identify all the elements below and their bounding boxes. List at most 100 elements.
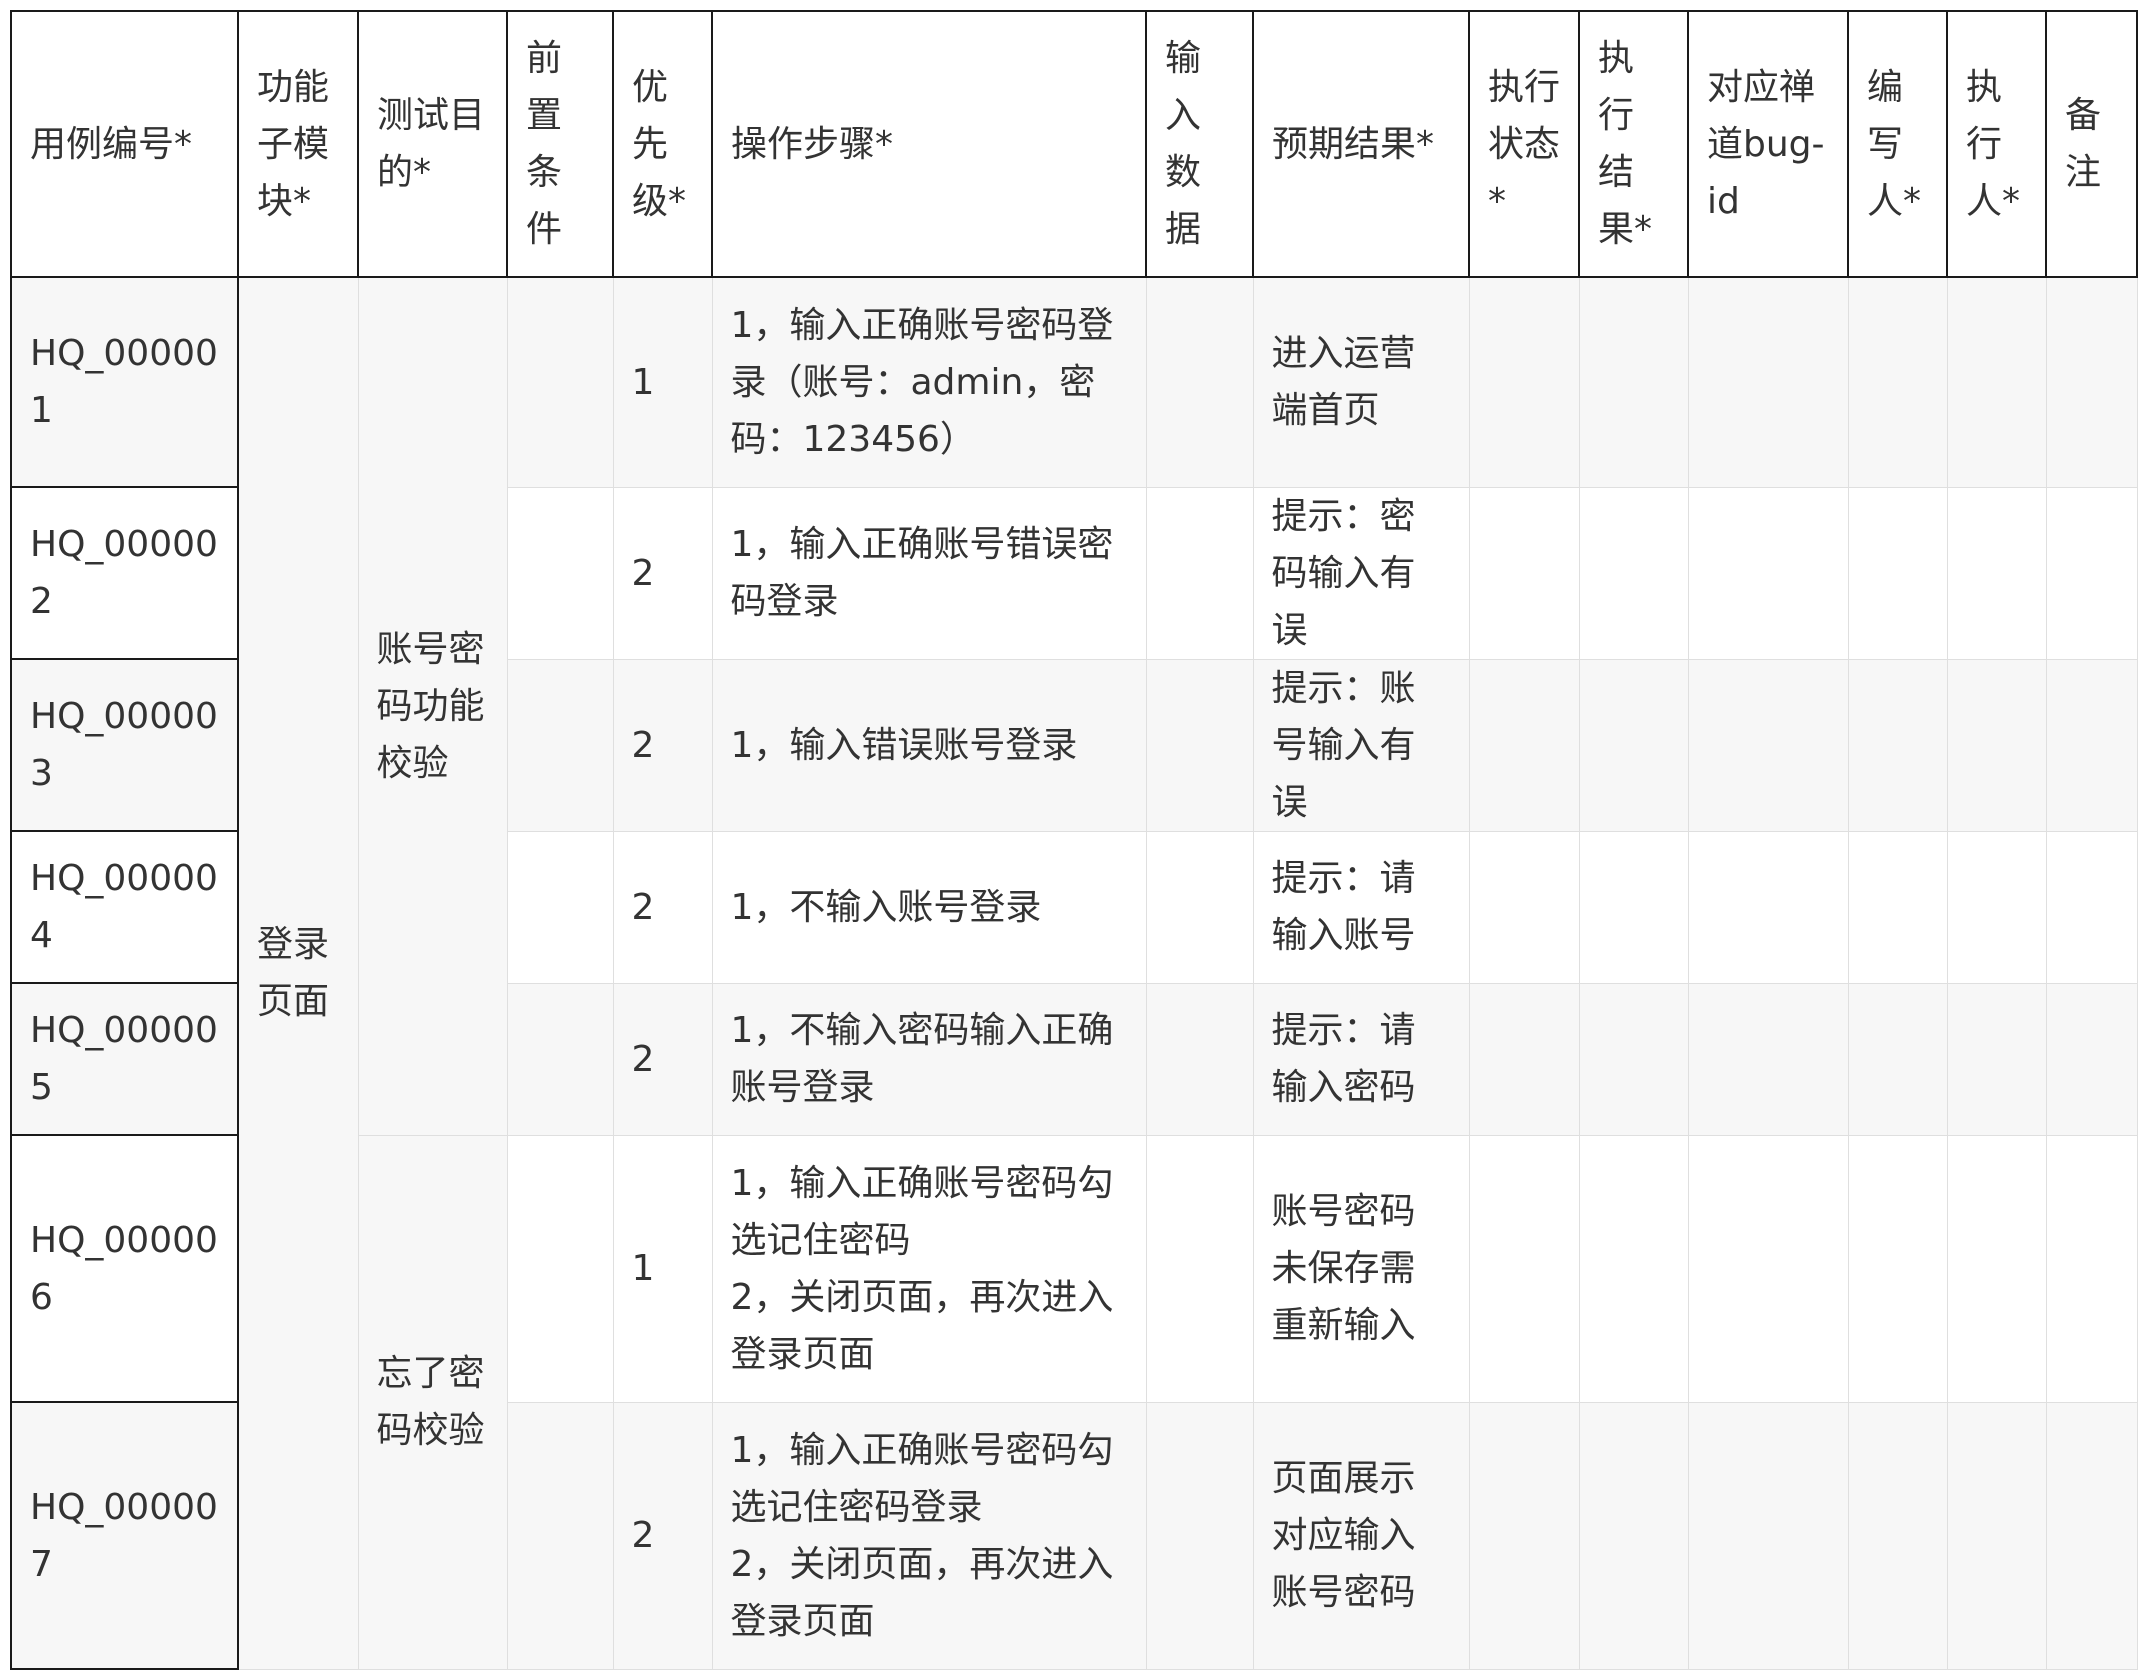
executor-cell <box>1946 982 2047 1136</box>
header-steps: 操作步骤* <box>711 10 1147 278</box>
expected-result-cell: 进入运营端首页 <box>1252 276 1470 488</box>
priority-cell: 2 <box>612 486 713 660</box>
expected-result-cell: 提示：账号输入有误 <box>1252 658 1470 832</box>
author-cell <box>1847 982 1948 1136</box>
author-cell <box>1847 276 1948 488</box>
steps-cell: 1，输入正确账号密码勾选记住密码登录 2，关闭页面，再次进入登录页面 <box>711 1401 1147 1670</box>
remarks-cell <box>2045 1401 2138 1670</box>
precondition-cell <box>506 830 614 984</box>
remarks-cell <box>2045 1134 2138 1403</box>
header-author: 编写人* <box>1847 10 1948 278</box>
input-data-cell <box>1145 658 1254 832</box>
table-row: HQ_000001 登录页面 账号密码功能校验 1 1，输入正确账号密码登录（账… <box>10 276 2138 1670</box>
executor-cell <box>1946 1134 2047 1403</box>
steps-cell: 1，输入错误账号登录 <box>711 658 1147 832</box>
header-priority: 优先级* <box>612 10 713 278</box>
exec-status-cell <box>1468 658 1580 832</box>
exec-status-cell <box>1468 830 1580 984</box>
bug-id-cell <box>1687 658 1849 832</box>
priority-cell: 2 <box>612 1401 713 1670</box>
exec-result-cell <box>1578 658 1689 832</box>
precondition-cell <box>506 1134 614 1403</box>
steps-cell: 1，输入正确账号密码登录（账号：admin，密码：123456） <box>711 276 1147 488</box>
remarks-cell <box>2045 982 2138 1136</box>
exec-result-cell <box>1578 486 1689 660</box>
executor-cell <box>1946 486 2047 660</box>
input-data-cell <box>1145 982 1254 1136</box>
input-data-cell <box>1145 830 1254 984</box>
header-sub-module: 功能子模块* <box>237 10 359 278</box>
test-purpose-cell: 账号密码功能校验 <box>357 276 508 1136</box>
steps-cell: 1，不输入账号登录 <box>711 830 1147 984</box>
case-id-cell: HQ_000003 <box>10 658 239 832</box>
precondition-cell <box>506 658 614 832</box>
bug-id-cell <box>1687 486 1849 660</box>
input-data-cell <box>1145 1134 1254 1403</box>
exec-status-cell <box>1468 276 1580 488</box>
case-id-cell: HQ_000002 <box>10 486 239 660</box>
input-data-cell <box>1145 1401 1254 1670</box>
test-purpose-cell: 忘了密码校验 <box>357 1134 508 1670</box>
executor-cell <box>1946 276 2047 488</box>
exec-status-cell <box>1468 1134 1580 1403</box>
priority-cell: 1 <box>612 276 713 488</box>
bug-id-cell <box>1687 982 1849 1136</box>
exec-status-cell <box>1468 1401 1580 1670</box>
expected-result-cell: 账号密码未保存需重新输入 <box>1252 1134 1470 1403</box>
header-expected-result: 预期结果* <box>1252 10 1470 278</box>
bug-id-cell <box>1687 1134 1849 1403</box>
case-id-cell: HQ_000001 <box>10 276 239 488</box>
case-id-cell: HQ_000005 <box>10 982 239 1136</box>
priority-cell: 1 <box>612 1134 713 1403</box>
precondition-cell <box>506 276 614 488</box>
header-input-data: 输入数据 <box>1145 10 1254 278</box>
precondition-cell <box>506 486 614 660</box>
steps-cell: 1，输入正确账号密码勾选记住密码 2，关闭页面，再次进入登录页面 <box>711 1134 1147 1403</box>
exec-result-cell <box>1578 276 1689 488</box>
expected-result-cell: 页面展示对应输入账号密码 <box>1252 1401 1470 1670</box>
expected-result-cell: 提示：请输入账号 <box>1252 830 1470 984</box>
remarks-cell <box>2045 276 2138 488</box>
header-bug-id: 对应禅道bug-id <box>1687 10 1849 278</box>
precondition-cell <box>506 1401 614 1670</box>
steps-cell: 1，输入正确账号错误密码登录 <box>711 486 1147 660</box>
exec-result-cell <box>1578 1134 1689 1403</box>
header-executor: 执行人* <box>1946 10 2047 278</box>
priority-cell: 2 <box>612 830 713 984</box>
remarks-cell <box>2045 486 2138 660</box>
exec-result-cell <box>1578 1401 1689 1670</box>
author-cell <box>1847 830 1948 984</box>
priority-cell: 2 <box>612 982 713 1136</box>
sub-module-cell: 登录页面 <box>237 276 359 1670</box>
bug-id-cell <box>1687 830 1849 984</box>
priority-cell: 2 <box>612 658 713 832</box>
remarks-cell <box>2045 830 2138 984</box>
header-exec-result: 执行结果* <box>1578 10 1689 278</box>
author-cell <box>1847 658 1948 832</box>
input-data-cell <box>1145 486 1254 660</box>
header-case-id: 用例编号* <box>10 10 239 278</box>
expected-result-cell: 提示：请输入密码 <box>1252 982 1470 1136</box>
bug-id-cell <box>1687 1401 1849 1670</box>
header-precondition: 前置条件 <box>506 10 614 278</box>
author-cell <box>1847 1134 1948 1403</box>
case-id-cell: HQ_000004 <box>10 830 239 984</box>
author-cell <box>1847 1401 1948 1670</box>
case-id-cell: HQ_000006 <box>10 1134 239 1403</box>
exec-result-cell <box>1578 982 1689 1136</box>
author-cell <box>1847 486 1948 660</box>
exec-status-cell <box>1468 982 1580 1136</box>
exec-result-cell <box>1578 830 1689 984</box>
steps-cell: 1，不输入密码输入正确账号登录 <box>711 982 1147 1136</box>
bug-id-cell <box>1687 276 1849 488</box>
remarks-cell <box>2045 658 2138 832</box>
precondition-cell <box>506 982 614 1136</box>
input-data-cell <box>1145 276 1254 488</box>
header-exec-status: 执行状态* <box>1468 10 1580 278</box>
header-remarks: 备注 <box>2045 10 2138 278</box>
test-case-table: 用例编号* 功能子模块* 测试目的* 前置条件 优先级* 操作步骤* 输入数据 … <box>10 10 2138 1670</box>
header-row: 用例编号* 功能子模块* 测试目的* 前置条件 优先级* 操作步骤* 输入数据 … <box>10 10 2138 278</box>
executor-cell <box>1946 830 2047 984</box>
expected-result-cell: 提示：密码输入有误 <box>1252 486 1470 660</box>
header-test-purpose: 测试目的* <box>357 10 508 278</box>
